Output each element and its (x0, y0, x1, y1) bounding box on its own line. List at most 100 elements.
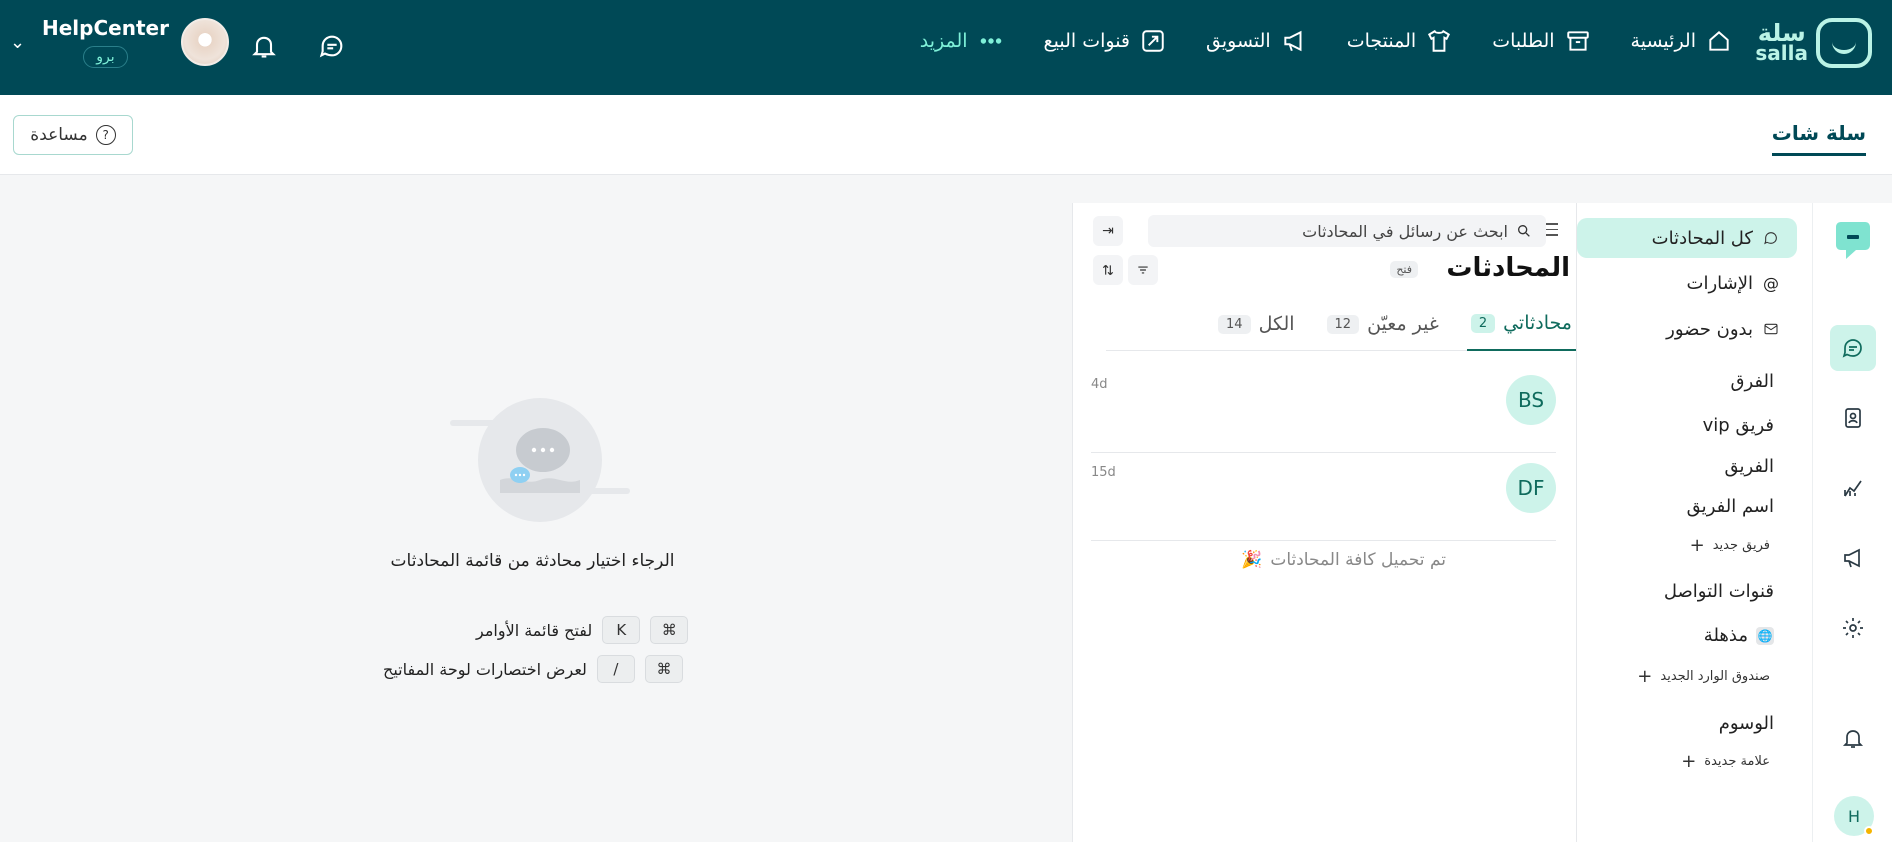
sidebar-item-team-name[interactable]: اسم الفريق (1687, 496, 1774, 517)
user-avatar[interactable]: H (1834, 796, 1874, 836)
nav-item-marketing[interactable]: التسويق (1206, 28, 1307, 54)
key-cap: ⌘ (650, 616, 689, 644)
logo-text-en: salla (1755, 41, 1808, 65)
rail-settings[interactable] (1830, 605, 1876, 651)
sidebar-item-label: بدون حضور (1666, 318, 1753, 340)
search-input[interactable]: ابحث عن رسائل في المحادثات (1148, 215, 1546, 247)
filter-button[interactable] (1128, 255, 1158, 285)
rail-reports[interactable] (1830, 465, 1876, 511)
help-button-label: مساعدة (30, 125, 88, 145)
main-nav: الرئيسية الطلبات المنتجات التسويق قنوات … (920, 28, 1732, 54)
conversations-title: المحادثات (1446, 253, 1570, 283)
status-dot (1864, 826, 1874, 836)
labels-heading: الوسوم (1718, 713, 1774, 734)
rail-conversations[interactable] (1830, 325, 1876, 371)
status-filter-chip[interactable]: فتح (1390, 261, 1418, 278)
nav-item-label: المنتجات (1346, 30, 1417, 52)
conversation-row[interactable]: BS 4d (1091, 365, 1556, 453)
salla-logo[interactable]: سلة salla (1755, 18, 1872, 68)
shirt-icon (1426, 28, 1452, 54)
conversation-row[interactable]: DF 15d (1091, 453, 1556, 541)
plan-badge: برو (83, 46, 128, 68)
chat-illustration-icon (450, 398, 630, 522)
user-initial: H (1847, 806, 1861, 826)
tab-mine[interactable]: محادثاتي 2 (1466, 298, 1576, 351)
sidebar-item-mentions[interactable]: @ الإشارات (1577, 263, 1797, 303)
sidebar-item-channel[interactable]: 🌐 مذهلة (1704, 625, 1774, 646)
store-avatar[interactable] (180, 18, 229, 66)
search-placeholder: ابحث عن رسائل في المحادثات (1302, 221, 1508, 241)
contact-avatar: DF (1506, 463, 1556, 513)
key-cap: ⌘ (644, 655, 683, 683)
nav-item-orders[interactable]: الطلبات (1492, 28, 1590, 54)
chat-bubble-icon[interactable] (318, 32, 346, 64)
account-name: HelpCenter (42, 16, 169, 40)
top-utility-icons (250, 32, 346, 64)
sidebar-item-all-conversations[interactable]: كل المحادثات (1577, 218, 1797, 258)
app-icon-rail: H (1812, 203, 1892, 842)
empty-state-message: الرجاء اختيار محادثة من قائمة المحادثات (390, 551, 675, 571)
at-icon: @ (1763, 273, 1779, 293)
top-navigation-bar: سلة salla الرئيسية الطلبات المنتجات التسو… (0, 0, 1892, 95)
new-label-label: علامة جديدة (1704, 754, 1770, 769)
nav-item-more[interactable]: المزيد (920, 28, 1004, 54)
new-team-label: فريق جديد (1712, 538, 1770, 553)
sort-button[interactable] (1093, 255, 1123, 285)
question-icon: ? (95, 125, 116, 145)
account-menu[interactable]: ⌄ HelpCenter برو (10, 16, 229, 68)
megaphone-icon (1844, 548, 1860, 568)
sidebar-item-label: الإشارات (1686, 272, 1753, 294)
plus-icon: + (1681, 751, 1697, 772)
nav-item-label: الرئيسية (1630, 30, 1696, 52)
sort-icon (1102, 264, 1114, 276)
chevron-down-icon[interactable]: ⌄ (10, 32, 30, 53)
search-icon (1518, 225, 1530, 237)
conversation-time: 15d (1091, 465, 1116, 480)
page-title-tab[interactable]: سلة شات (1771, 121, 1866, 156)
all-loaded-message: تم تحميل كافة المحادثات 🎉 (1241, 550, 1446, 570)
help-button[interactable]: مساعدة ? (13, 115, 133, 155)
chat-app-logo-icon[interactable] (1832, 219, 1874, 261)
box-icon (1565, 28, 1591, 54)
channels-heading: قنوات التواصل (1663, 581, 1774, 602)
tab-unassigned[interactable]: غير معيّن 12 (1323, 298, 1443, 351)
tab-label: غير معيّن (1367, 313, 1439, 335)
tab-label: الكل (1258, 313, 1295, 335)
rail-campaigns[interactable] (1830, 535, 1876, 581)
nav-item-sales-channels[interactable]: قنوات البيع (1044, 28, 1166, 54)
contacts-book-icon (1845, 408, 1861, 428)
nav-item-label: قنوات البيع (1043, 30, 1131, 52)
page-header: مساعدة ? سلة شات (0, 95, 1892, 175)
plus-icon: + (1637, 666, 1653, 687)
new-inbox-button[interactable]: صندوق الوارد الجديد + (1637, 666, 1770, 687)
new-inbox-label: صندوق الوارد الجديد (1660, 669, 1770, 684)
nav-item-label: الطلبات (1492, 30, 1555, 52)
loaded-text: تم تحميل كافة المحادثات (1270, 550, 1446, 570)
conversation-time: 4d (1091, 377, 1108, 392)
tab-count-badge: 2 (1470, 313, 1496, 333)
envelope-icon (1764, 323, 1778, 335)
nav-item-products[interactable]: المنتجات (1347, 28, 1452, 54)
new-label-button[interactable]: علامة جديدة + (1681, 751, 1770, 772)
sidebar-item-unattended[interactable]: بدون حضور (1577, 309, 1797, 349)
bell-icon (1842, 730, 1864, 748)
rail-notifications[interactable] (1830, 715, 1876, 761)
chart-line-icon (1844, 480, 1862, 497)
chat-bubble-icon (1764, 232, 1777, 245)
megaphone-icon (1281, 28, 1307, 54)
globe-icon: 🌐 (1756, 626, 1774, 645)
sidebar-item-label: كل المحادثات (1651, 227, 1753, 249)
bell-icon[interactable] (250, 32, 278, 64)
nav-item-label: التسويق (1206, 30, 1271, 52)
teams-heading: الفرق (1730, 371, 1775, 392)
rail-contacts[interactable] (1830, 395, 1876, 441)
collapse-panel-button[interactable]: ⇥ (1093, 216, 1123, 246)
new-team-button[interactable]: فريق جديد + (1690, 535, 1770, 556)
logo-icon (1816, 18, 1872, 68)
sidebar-item-team[interactable]: الفريق (1724, 456, 1774, 477)
tab-all[interactable]: الكل 14 (1214, 298, 1299, 351)
conversation-tabs: محادثاتي 2 غير معيّن 12 الكل 14 (1106, 298, 1576, 351)
sidebar-item-team-vip[interactable]: فريق vip (1703, 415, 1774, 436)
shortcut-label: لعرض اختصارات لوحة المفاتيح (383, 659, 587, 679)
nav-item-home[interactable]: الرئيسية (1631, 28, 1732, 54)
